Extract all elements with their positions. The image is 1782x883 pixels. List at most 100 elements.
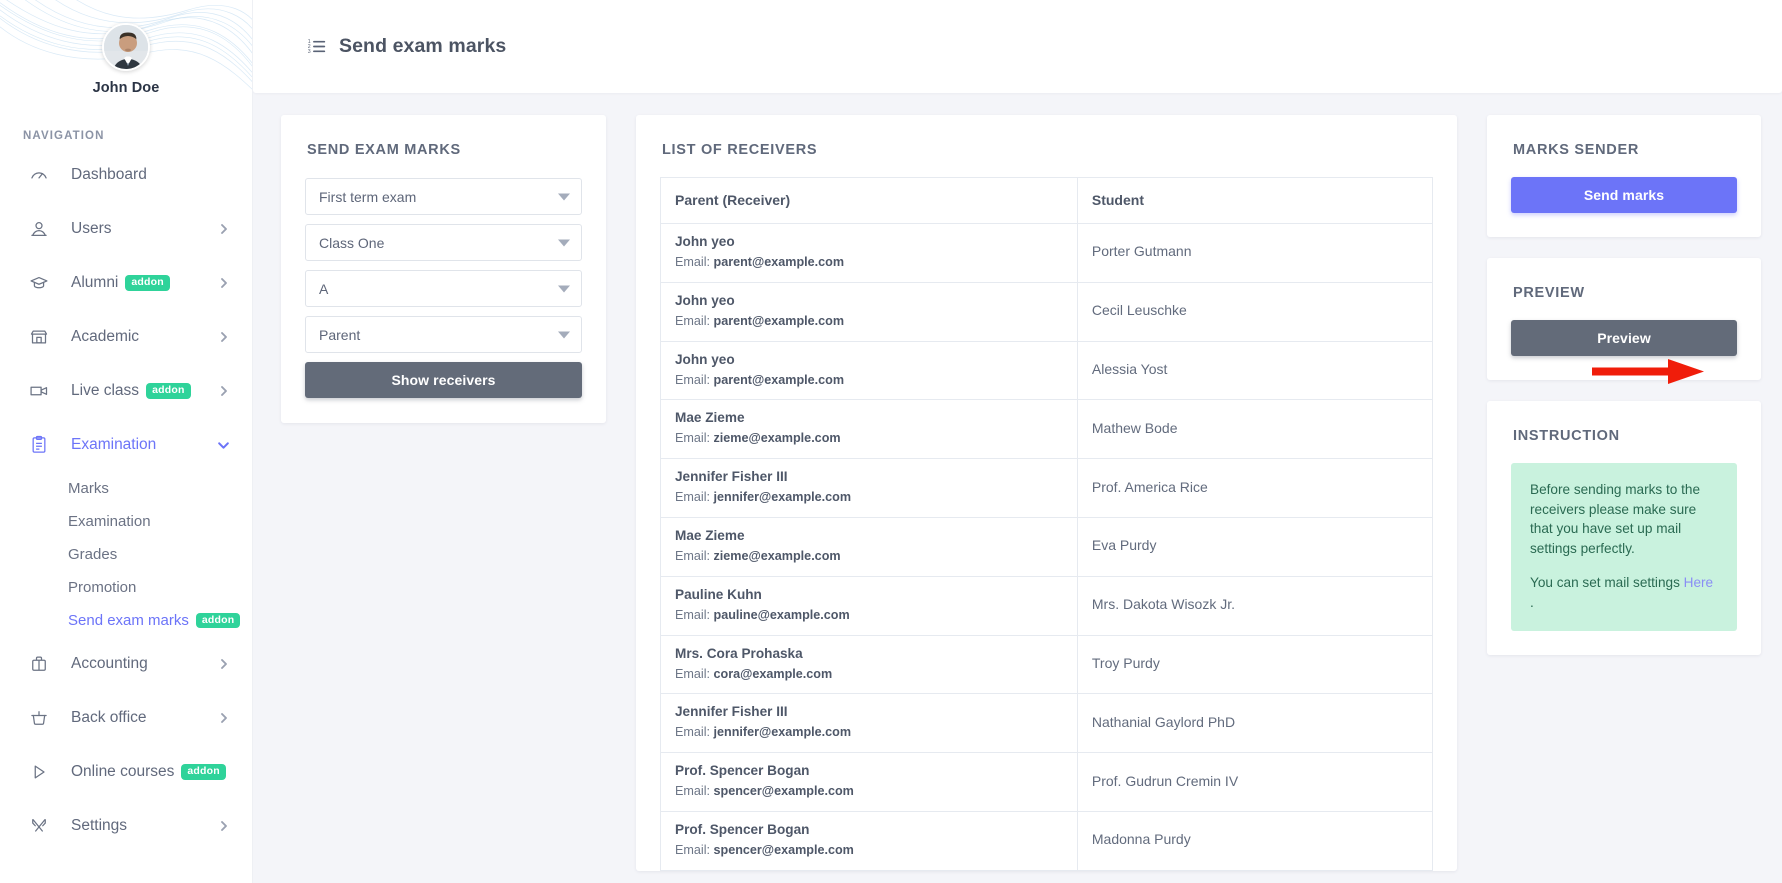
parent-email: Email: pauline@example.com (675, 609, 1063, 623)
parent-email: Email: parent@example.com (675, 256, 1063, 270)
gauge-icon (28, 164, 50, 186)
email-label: Email: (675, 784, 714, 798)
marks-sender-body: Send marks (1487, 158, 1761, 237)
addon-badge: addon (146, 383, 191, 399)
submenu-item-send-exam-marks[interactable]: Send exam marks addon (0, 604, 252, 637)
sidebar: John Doe NAVIGATION Dashboard Users (0, 0, 253, 883)
section-select[interactable]: A (305, 270, 582, 307)
table-row: Prof. Spencer Bogan Email: spencer@exampl… (661, 753, 1433, 812)
content-columns: SEND EXAM MARKS First term exam Class On… (253, 93, 1782, 871)
email-label: Email: (675, 667, 714, 681)
parent-email: Email: spencer@example.com (675, 785, 1063, 799)
show-receivers-button[interactable]: Show receivers (305, 362, 582, 398)
preview-body: Preview (1487, 301, 1761, 380)
chevron-down-icon (558, 285, 570, 292)
parent-name: Jennifer Fisher III (675, 470, 1063, 485)
email-label: Email: (675, 608, 714, 622)
class-select-value: Class One (319, 235, 384, 251)
submenu-item-label: Promotion (68, 579, 136, 596)
cell-parent: Pauline KuhnEmail: pauline@example.com (661, 576, 1078, 635)
sidebar-item-label: Examination (71, 436, 156, 454)
graduation-cap-icon (28, 272, 50, 294)
cell-student: Prof. Gudrun Cremin IV (1077, 753, 1432, 812)
sidebar-item-accounting[interactable]: Accounting (0, 637, 252, 691)
parent-email: Email: parent@example.com (675, 374, 1063, 388)
student-name: Nathanial Gaylord PhD (1092, 714, 1235, 730)
chevron-down-icon (217, 439, 230, 452)
submenu-item-promotion[interactable]: Promotion (0, 571, 252, 604)
receiver-type-select[interactable]: Parent (305, 316, 582, 353)
class-select[interactable]: Class One (305, 224, 582, 261)
topbar: 1 2 3 Send exam marks (253, 0, 1782, 93)
sidebar-item-label: Alumni (71, 274, 118, 292)
sidebar-item-dashboard[interactable]: Dashboard (0, 148, 252, 202)
preview-card: PREVIEW Preview (1487, 258, 1761, 380)
parent-email: Email: zieme@example.com (675, 432, 1063, 446)
addon-badge: addon (125, 275, 170, 291)
cell-parent: Prof. Spencer Bogan Email: spencer@exampl… (661, 753, 1078, 812)
parent-email: Email: spencer@example.com (675, 844, 1063, 858)
submenu-item-label: Examination (68, 513, 151, 530)
svg-text:3: 3 (308, 49, 311, 55)
sidebar-item-alumni[interactable]: Alumni addon (0, 256, 252, 310)
clipboard-icon (28, 434, 50, 456)
profile-name: John Doe (0, 80, 252, 96)
right-column: MARKS SENDER Send marks PREVIEW Preview … (1457, 115, 1782, 676)
sidebar-item-users[interactable]: Users (0, 202, 252, 256)
mail-settings-link[interactable]: Here (1684, 575, 1713, 590)
chevron-down-icon (558, 331, 570, 338)
sidebar-item-label: Dashboard (71, 166, 147, 184)
receivers-table-wrapper: Parent (Receiver) Student John yeoEmail:… (636, 158, 1457, 871)
instruction-alert: Before sending marks to the receivers pl… (1511, 463, 1737, 631)
play-icon (28, 761, 50, 783)
exam-select-value: First term exam (319, 189, 416, 205)
sidebar-item-back-office[interactable]: Back office (0, 691, 252, 745)
instruction-card: INSTRUCTION Before sending marks to the … (1487, 401, 1761, 655)
instruction-paragraph-2: You can set mail settings Here . (1530, 573, 1719, 612)
table-row: John yeoEmail: parent@example.comPorter … (661, 224, 1433, 283)
student-name: Prof. Gudrun Cremin IV (1092, 773, 1238, 789)
cell-parent: John yeoEmail: parent@example.com (661, 224, 1078, 283)
left-column: SEND EXAM MARKS First term exam Class On… (253, 115, 606, 423)
sidebar-item-settings[interactable]: Settings (0, 799, 252, 853)
sidebar-item-live-class[interactable]: Live class addon (0, 364, 252, 418)
table-row: Jennifer Fisher IIIEmail: jennifer@examp… (661, 459, 1433, 518)
submenu-item-marks[interactable]: Marks (0, 472, 252, 505)
sidebar-profile: John Doe (0, 0, 252, 96)
addon-badge: addon (181, 764, 226, 780)
chevron-right-icon (218, 277, 230, 289)
submenu-item-label: Send exam marks (68, 612, 189, 629)
email-value: parent@example.com (714, 255, 845, 269)
receiver-type-select-value: Parent (319, 327, 360, 343)
email-value: spencer@example.com (714, 843, 854, 857)
sidebar-item-online-courses[interactable]: Online courses addon (0, 745, 252, 799)
avatar[interactable] (102, 23, 150, 71)
chevron-right-icon (218, 385, 230, 397)
cell-student: Mrs. Dakota Wisozk Jr. (1077, 576, 1432, 635)
preview-button[interactable]: Preview (1511, 320, 1737, 356)
table-head: Parent (Receiver) Student (661, 178, 1433, 224)
email-value: cora@example.com (714, 667, 833, 681)
parent-email: Email: jennifer@example.com (675, 726, 1063, 740)
send-marks-button[interactable]: Send marks (1511, 177, 1737, 213)
addon-badge: addon (196, 613, 241, 629)
sidebar-item-examination[interactable]: Examination (0, 418, 252, 472)
table-header-row: Parent (Receiver) Student (661, 178, 1433, 224)
marks-sender-card: MARKS SENDER Send marks (1487, 115, 1761, 237)
student-name: Eva Purdy (1092, 537, 1157, 553)
submenu-item-grades[interactable]: Grades (0, 538, 252, 571)
parent-email: Email: parent@example.com (675, 315, 1063, 329)
exam-select[interactable]: First term exam (305, 178, 582, 215)
student-name: Cecil Leuschke (1092, 302, 1187, 318)
send-exam-marks-card: SEND EXAM MARKS First term exam Class On… (281, 115, 606, 423)
main-area: 1 2 3 Send exam marks SEND EXAM MARKS Fi… (253, 0, 1782, 883)
parent-name: Prof. Spencer Bogan (675, 764, 1063, 779)
instruction-body: Before sending marks to the receivers pl… (1487, 444, 1761, 655)
email-label: Email: (675, 431, 714, 445)
cell-parent: Jennifer Fisher IIIEmail: jennifer@examp… (661, 459, 1078, 518)
submenu-item-examination[interactable]: Examination (0, 505, 252, 538)
examination-submenu: Marks Examination Grades Promotion Send … (0, 472, 252, 637)
app-root: John Doe NAVIGATION Dashboard Users (0, 0, 1782, 883)
sidebar-item-academic[interactable]: Academic (0, 310, 252, 364)
student-name: Alessia Yost (1092, 361, 1168, 377)
